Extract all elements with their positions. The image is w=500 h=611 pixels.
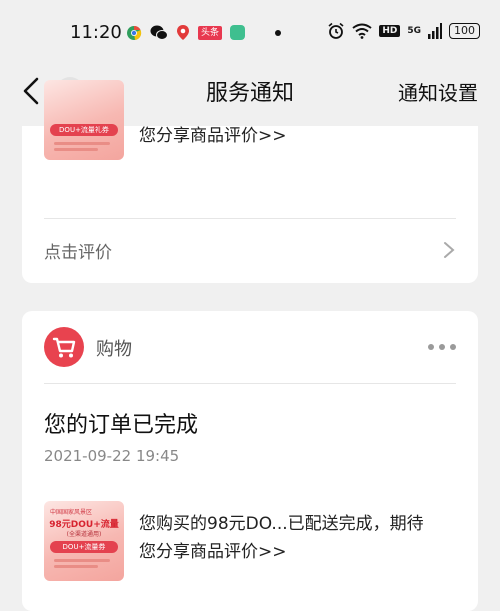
wifi-icon (352, 23, 372, 39)
more-dot (439, 344, 445, 350)
description-line: 您分享商品评价>> (139, 542, 287, 562)
notification-card-order[interactable]: 购物 您的订单已完成 2021-09-22 19:45 中国国家风景区 98元D… (22, 311, 478, 611)
more-dot (428, 344, 434, 350)
status-bar: 11:20 头条 HD 5G 100 (0, 0, 500, 66)
notification-card-review[interactable]: DOU+流量礼券 您分享商品评价>> 点击评价 (22, 80, 478, 283)
thumbnail-pill: DOU+流量礼券 (50, 124, 118, 136)
shopping-cart-icon (44, 327, 84, 367)
alarm-icon (328, 22, 344, 39)
message-app-icon (230, 25, 246, 40)
toutiao-icon: 头条 (198, 25, 223, 40)
status-time: 11:20 (70, 22, 122, 43)
status-indicators: HD 5G 100 (327, 22, 480, 40)
notification-description: 您购买的98元DO...已配送完成，期待 您分享商品评价>> (139, 510, 424, 566)
wechat-icon (150, 25, 168, 40)
divider (44, 383, 456, 384)
thumbnail-line (54, 148, 98, 151)
notification-settings-button[interactable]: 通知设置 (398, 77, 478, 106)
signal-icon (428, 23, 442, 39)
thumbnail-pill: DOU+流量券 (50, 541, 118, 553)
more-notifications-dot (275, 29, 282, 36)
hd-badge: HD (379, 25, 401, 37)
network-type: 5G (407, 26, 421, 36)
thumbnail-line (54, 142, 110, 145)
thumbnail-line (54, 565, 98, 568)
notification-description: 您分享商品评价>> (139, 126, 287, 146)
thumbnail-subtitle: (全渠道通用) (66, 531, 102, 538)
product-thumbnail: DOU+流量礼券 (44, 80, 124, 160)
description-line: 您购买的98元DO...已配送完成，期待 (139, 514, 424, 534)
chevron-right-icon (444, 242, 455, 258)
location-pin-icon (177, 25, 189, 40)
order-title: 您的订单已完成 (44, 413, 199, 438)
thumbnail-line (54, 559, 110, 562)
thumbnail-header: 中国国家风景区 (50, 509, 93, 516)
review-action-row[interactable]: 点击评价 (22, 218, 478, 283)
more-dot (450, 344, 456, 350)
order-timestamp: 2021-09-22 19:45 (44, 447, 180, 465)
service-name: 购物 (96, 339, 132, 360)
chrome-icon (127, 25, 142, 40)
product-thumbnail[interactable]: 中国国家风景区 98元DOU+流量 (全渠道通用) DOU+流量券 (44, 501, 124, 581)
status-app-icons: 头条 (126, 24, 282, 41)
more-options-button[interactable] (428, 344, 456, 350)
click-review-link[interactable]: 点击评价 (44, 238, 112, 263)
battery-indicator: 100 (449, 23, 480, 39)
